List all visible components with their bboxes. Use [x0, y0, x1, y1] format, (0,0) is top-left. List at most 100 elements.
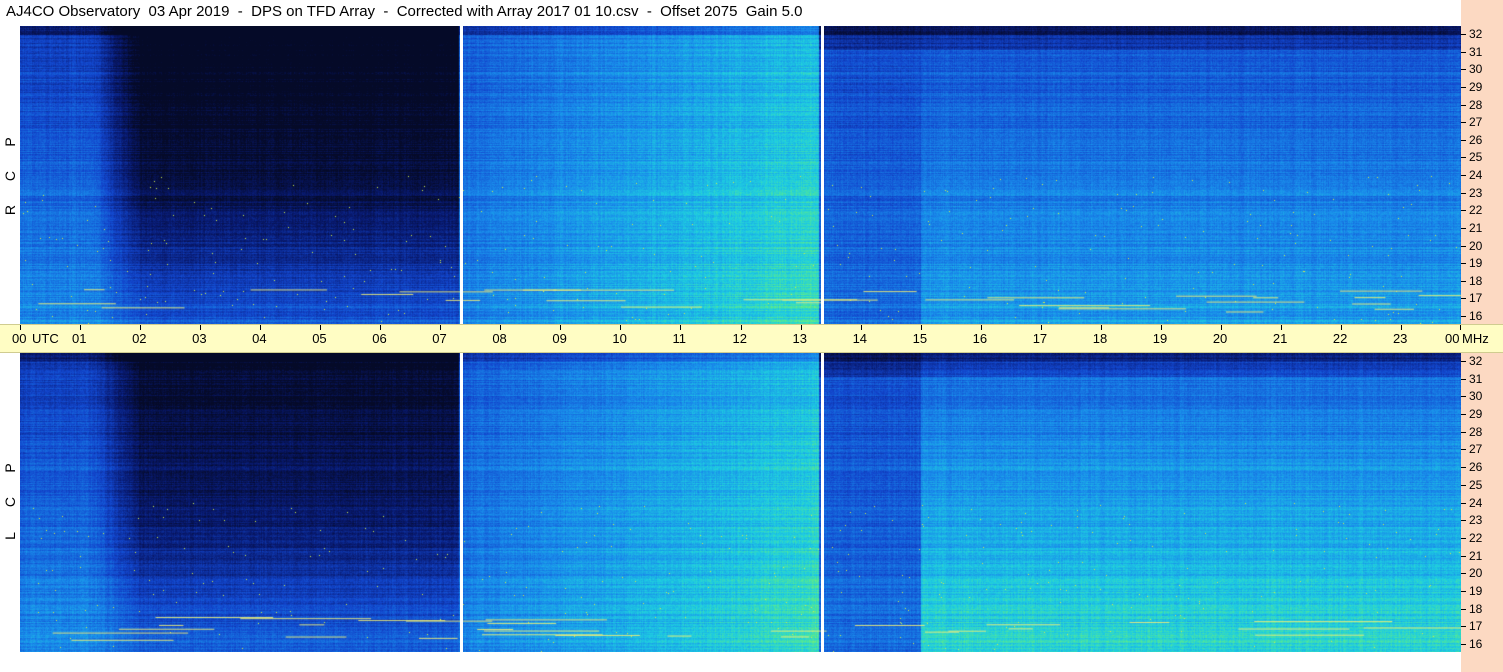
mhz-tick-label: 25 — [1469, 477, 1483, 492]
mhz-tick-label: 18 — [1469, 601, 1483, 616]
mhz-tick-label: 26 — [1469, 460, 1483, 475]
mhz-tick-mark — [1461, 298, 1466, 300]
mhz-tick-mark — [1461, 378, 1466, 380]
mhz-tick-label: 16 — [1469, 309, 1483, 323]
utc-tick-mark — [140, 325, 142, 330]
lcp-letter-c: C — [2, 496, 18, 508]
mhz-tick-label: 21 — [1469, 548, 1483, 563]
utc-tick-label: 20 — [1212, 331, 1228, 346]
utc-tick-label: 00 — [12, 331, 27, 346]
mhz-tick-mark — [1461, 86, 1466, 88]
mhz-tick-mark — [1461, 34, 1466, 35]
mhz-tick-mark — [1461, 467, 1466, 469]
utc-tick-label: 00 — [1445, 331, 1460, 346]
mhz-tick-mark — [1461, 280, 1466, 282]
mhz-tick-mark — [1461, 502, 1466, 504]
utc-tick-mark — [1100, 325, 1102, 330]
mhz-unit-label: MHz — [1462, 331, 1489, 346]
mhz-tick-label: 24 — [1469, 495, 1483, 510]
rcp-letter-r: R — [2, 204, 18, 216]
mhz-tick-label: 16 — [1469, 637, 1483, 651]
chart-title: AJ4CO Observatory 03 Apr 2019 - DPS on T… — [6, 3, 803, 20]
mhz-tick-label: 22 — [1469, 530, 1483, 545]
utc-tick-label: 14 — [852, 331, 868, 346]
mhz-tick-mark — [1461, 361, 1466, 362]
utc-time-axis: 00 UTC 01 02 03 04 05 06 07 08 09 10 11 12 13 14 15 16 17 1… — [0, 324, 1503, 353]
data-gap-line — [460, 26, 464, 324]
mhz-tick-mark — [1461, 590, 1466, 592]
utc-tick-label: 04 — [252, 331, 267, 346]
utc-tick-mark — [260, 325, 262, 330]
mhz-tick-label: 27 — [1469, 442, 1483, 457]
lcp-letter-p: P — [2, 463, 18, 473]
rcp-frequency-axis: 16 17 18 19 20 21 22 23 24 25 26 27 28 29 30 31 32 — [1461, 26, 1503, 324]
rcp-spectrogram-image — [20, 26, 1461, 324]
mhz-tick-mark — [1461, 414, 1466, 416]
utc-tick-mark — [500, 325, 502, 330]
mhz-tick-mark — [1461, 245, 1466, 247]
mhz-tick-mark — [1461, 227, 1466, 229]
mhz-tick-mark — [1461, 139, 1466, 141]
rcp-spectrogram — [20, 26, 1461, 324]
utc-tick-mark — [560, 325, 562, 330]
mhz-tick-label: 23 — [1469, 513, 1483, 528]
lcp-letter-l: L — [2, 532, 18, 540]
mhz-tick-label: 18 — [1469, 273, 1483, 288]
utc-tick-label: 06 — [372, 331, 387, 346]
mhz-tick-label: 32 — [1469, 354, 1483, 368]
mhz-tick-label: 17 — [1469, 619, 1483, 634]
lcp-spectrogram — [20, 353, 1461, 652]
mhz-tick-mark — [1461, 573, 1466, 575]
mhz-tick-label: 25 — [1469, 150, 1483, 165]
mhz-tick-label: 24 — [1469, 168, 1483, 182]
utc-tick-mark — [1160, 325, 1162, 330]
utc-tick-mark — [440, 325, 442, 330]
mhz-tick-label: 26 — [1469, 132, 1483, 147]
mhz-tick-mark — [1461, 192, 1466, 194]
utc-tick-label: 08 — [492, 331, 507, 346]
mhz-tick-mark — [1461, 626, 1466, 628]
utc-tick-mark — [380, 325, 382, 330]
mhz-tick-mark — [1461, 520, 1466, 522]
utc-tick-label: 15 — [912, 331, 928, 346]
utc-tick-mark — [1340, 325, 1342, 330]
utc-tick-label: 23 — [1392, 331, 1408, 346]
mhz-tick-label: 21 — [1469, 220, 1483, 235]
mhz-tick-mark — [1461, 316, 1466, 317]
mhz-tick-mark — [1461, 69, 1466, 71]
utc-tick-mark — [860, 325, 862, 330]
utc-tick-mark — [200, 325, 202, 330]
utc-tick-label: 17 — [1032, 331, 1048, 346]
mhz-tick-mark — [1461, 175, 1466, 176]
utc-tick-label: 21 — [1272, 331, 1288, 346]
lcp-spectrogram-image — [20, 353, 1461, 652]
mhz-tick-mark — [1461, 537, 1466, 539]
utc-tick-label: 16 — [972, 331, 988, 346]
data-gap-line — [820, 26, 824, 324]
mhz-tick-mark — [1461, 431, 1466, 433]
utc-tick-mark — [920, 325, 922, 330]
mhz-tick-mark — [1461, 263, 1466, 265]
utc-tick-mark — [1220, 325, 1222, 330]
utc-unit-label: UTC — [32, 331, 59, 346]
utc-tick-mark — [740, 325, 742, 330]
utc-tick-label: 05 — [312, 331, 327, 346]
mhz-tick-label: 32 — [1469, 27, 1483, 41]
mhz-tick-label: 20 — [1469, 238, 1483, 253]
mhz-tick-label: 29 — [1469, 79, 1483, 94]
mhz-tick-label: 30 — [1469, 389, 1483, 404]
utc-tick-mark — [1460, 325, 1461, 330]
mhz-tick-mark — [1461, 210, 1466, 212]
utc-tick-mark — [1280, 325, 1282, 330]
utc-tick-mark — [620, 325, 622, 330]
rcp-letter-p: P — [2, 137, 18, 147]
mhz-tick-mark — [1461, 157, 1466, 159]
mhz-tick-label: 27 — [1469, 115, 1483, 130]
mhz-tick-label: 30 — [1469, 62, 1483, 77]
utc-tick-label: 10 — [612, 331, 627, 346]
mhz-tick-label: 31 — [1469, 371, 1483, 386]
utc-tick-label: 13 — [792, 331, 807, 346]
utc-tick-label: 12 — [732, 331, 747, 346]
mhz-tick-mark — [1461, 396, 1466, 398]
utc-tick-mark — [80, 325, 82, 330]
